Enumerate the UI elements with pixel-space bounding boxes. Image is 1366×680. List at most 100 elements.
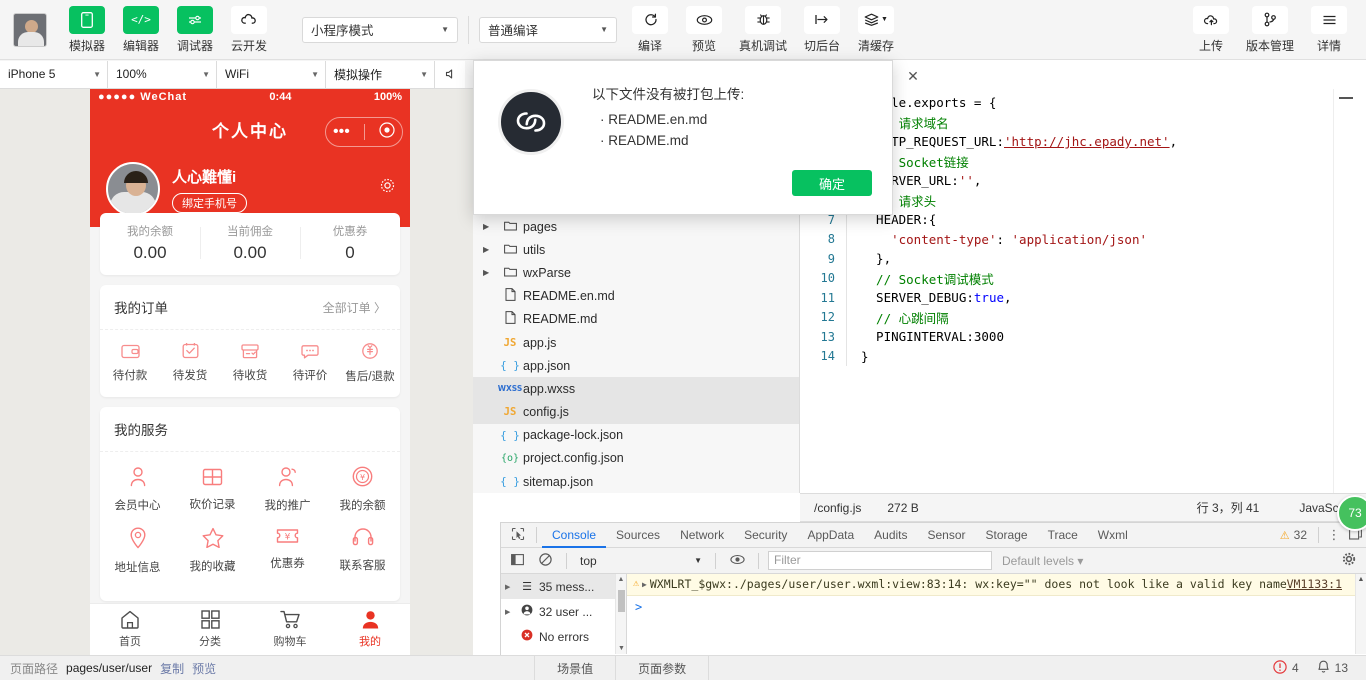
order-item-unshipped[interactable]: 待发货 <box>160 342 220 384</box>
toolbar-button-background[interactable]: 切后台 <box>799 5 845 54</box>
toolbar-button-details[interactable]: 详情 <box>1306 5 1352 54</box>
service-promotion[interactable]: 我的推广 <box>250 466 325 513</box>
scene-value-button[interactable]: 场景值 <box>547 660 603 677</box>
stat-commission[interactable]: 当前佣金 0.00 <box>200 223 300 263</box>
device-select[interactable]: iPhone 5 ▼ <box>0 60 108 88</box>
tab-wxml[interactable]: Wxml <box>1088 523 1138 548</box>
panel-toggle-icon[interactable] <box>505 553 529 569</box>
profile-avatar[interactable] <box>106 162 160 216</box>
tree-item-readme-md[interactable]: README.md <box>473 308 799 331</box>
user-avatar-wrap[interactable] <box>0 12 60 47</box>
more-icon[interactable]: ••• <box>333 124 350 140</box>
service-address[interactable]: 地址信息 <box>100 527 175 575</box>
tabbar-item-category[interactable]: 分类 <box>170 604 250 655</box>
mode-select[interactable]: 小程序模式 ▼ <box>302 16 458 43</box>
expand-arrow-icon[interactable]: ▶ <box>642 577 647 591</box>
editor-minimap[interactable] <box>1333 89 1366 493</box>
code-text[interactable]: }, <box>847 251 891 266</box>
error-count-indicator[interactable]: 4 <box>1273 659 1299 677</box>
chevron-right-icon[interactable]: ▶ <box>483 245 497 254</box>
simulate-action-select[interactable]: 模拟操作 ▼ <box>326 60 435 88</box>
code-text[interactable]: HTTP_REQUEST_URL:'http://jhc.epady.net', <box>847 134 1177 149</box>
chevron-right-icon[interactable]: ▶ <box>483 222 497 231</box>
service-coupons[interactable]: ¥ 优惠券 <box>250 527 325 575</box>
tab-audits[interactable]: Audits <box>864 523 917 548</box>
minimap-thumb[interactable] <box>1339 97 1353 99</box>
preview-path-link[interactable]: 预览 <box>192 660 216 677</box>
toolbar-button-compile[interactable]: 编译 <box>627 5 673 54</box>
console-log-levels-select[interactable]: Default levels ▾ <box>996 554 1083 568</box>
console-log-area[interactable]: ⚠ ▶ WXMLRT_$gwx:./pages/user/user.wxml:v… <box>627 574 1366 654</box>
chevron-right-icon[interactable]: ▶ <box>505 583 515 591</box>
settings-gear-icon[interactable] <box>379 177 396 199</box>
code-text[interactable]: } <box>847 349 869 364</box>
tree-item-readme-en-md[interactable]: README.en.md <box>473 285 799 308</box>
toolbar-button-debugger[interactable]: 调试器 <box>172 5 218 54</box>
console-log-source[interactable]: VM1133:1 <box>1287 577 1342 591</box>
service-contact-support[interactable]: 联系客服 <box>325 527 400 575</box>
avatar[interactable] <box>13 12 47 47</box>
capsule-buttons[interactable]: ••• <box>325 117 403 147</box>
tab-network[interactable]: Network <box>670 523 734 548</box>
cursor-select-icon[interactable] <box>505 527 531 544</box>
console-filter-input[interactable]: Filter <box>768 551 992 570</box>
dialog-confirm-button[interactable]: 确定 <box>792 170 872 196</box>
toolbar-button-real-device-debug[interactable]: 真机调试 <box>735 5 791 54</box>
stat-balance[interactable]: 我的余额 0.00 <box>100 223 200 263</box>
order-item-unpaid[interactable]: 待付款 <box>100 342 160 384</box>
service-member-center[interactable]: 会员中心 <box>100 466 175 513</box>
target-icon[interactable] <box>379 121 395 143</box>
copy-path-link[interactable]: 复制 <box>160 660 184 677</box>
tree-item-utils[interactable]: ▶ utils <box>473 238 799 261</box>
settings-gear-icon[interactable] <box>1336 552 1362 569</box>
sidebar-item-messages[interactable]: ▶ ☰ 35 mess... <box>501 574 626 599</box>
service-bargain-records[interactable]: 砍价记录 <box>175 466 250 513</box>
stat-coupon[interactable]: 优惠券 0 <box>300 223 400 263</box>
tab-storage[interactable]: Storage <box>976 523 1038 548</box>
tab-sources[interactable]: Sources <box>606 523 670 548</box>
tree-item-wxparse[interactable]: ▶ wxParse <box>473 261 799 284</box>
sidebar-scrollbar[interactable]: ▲ ▼ <box>615 574 626 654</box>
tree-item-config-js[interactable]: JS config.js <box>473 400 799 424</box>
tree-item-app-js[interactable]: JS app.js <box>473 331 799 354</box>
compile-select[interactable]: 普通编译 ▼ <box>479 16 617 43</box>
service-my-balance[interactable]: ¥ 我的余额 <box>325 466 400 513</box>
tabbar-item-mine[interactable]: 我的 <box>330 604 410 655</box>
tree-item-app-wxss[interactable]: WXSS app.wxss <box>473 377 799 401</box>
tree-item-pages[interactable]: ▶ pages <box>473 215 799 238</box>
tab-appdata[interactable]: AppData <box>797 523 864 548</box>
devtools-warning-count[interactable]: ⚠ 32 <box>1280 528 1313 542</box>
code-text[interactable]: // 心跳间隔 <box>847 308 949 327</box>
mute-icon[interactable] <box>435 60 465 88</box>
all-orders-link[interactable]: 全部订单 〉 <box>323 299 386 316</box>
toolbar-button-preview[interactable]: 预览 <box>681 5 727 54</box>
tabbar-item-home[interactable]: 首页 <box>90 604 170 655</box>
bind-phone-badge[interactable]: 绑定手机号 <box>172 192 247 213</box>
sidebar-scroll-thumb[interactable] <box>618 590 625 612</box>
eye-icon[interactable] <box>725 553 749 568</box>
kebab-menu-icon[interactable]: ⋮ <box>1324 527 1344 543</box>
console-log-entry[interactable]: ⚠ ▶ WXMLRT_$gwx:./pages/user/user.wxml:v… <box>627 574 1366 596</box>
network-select[interactable]: WiFi ▼ <box>217 60 326 88</box>
code-text[interactable]: // Socket调试模式 <box>847 269 994 288</box>
scroll-down-icon[interactable]: ▼ <box>616 643 627 654</box>
tab-console[interactable]: Console <box>542 523 606 548</box>
console-scrollbar[interactable]: ▲ <box>1355 574 1366 654</box>
toolbar-button-upload[interactable]: 上传 <box>1188 5 1234 54</box>
performance-score-badge[interactable]: 73 <box>1337 495 1366 531</box>
notification-indicator[interactable]: 13 <box>1317 660 1348 677</box>
clear-console-icon[interactable] <box>533 552 557 569</box>
code-text[interactable]: SERVER_DEBUG:true, <box>847 290 1011 305</box>
code-text[interactable]: 'content-type': 'application/json' <box>847 232 1147 247</box>
code-text[interactable]: PINGINTERVAL:3000 <box>847 329 1004 344</box>
tree-item-sitemap-json[interactable]: { } sitemap.json <box>473 470 799 493</box>
page-params-button[interactable]: 页面参数 <box>628 660 696 677</box>
scroll-up-icon[interactable]: ▲ <box>616 574 626 585</box>
tab-trace[interactable]: Trace <box>1038 523 1088 548</box>
tree-item-project-config-json[interactable]: {o} project.config.json <box>473 447 799 470</box>
zoom-select[interactable]: 100% ▼ <box>108 60 217 88</box>
console-prompt[interactable]: > <box>627 596 1366 618</box>
sidebar-item-errors[interactable]: No errors <box>501 624 626 649</box>
chevron-right-icon[interactable]: ▶ <box>483 268 497 277</box>
order-item-refund[interactable]: 售后/退款 <box>340 342 400 384</box>
